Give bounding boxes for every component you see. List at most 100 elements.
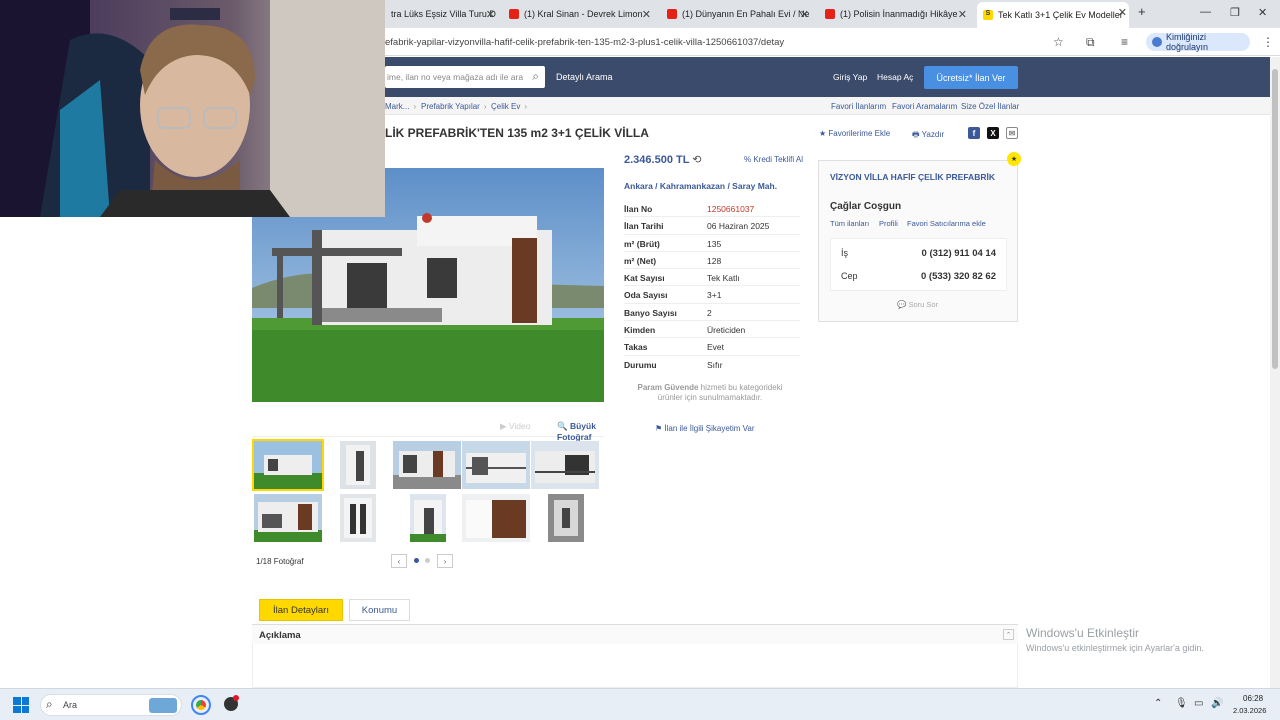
thumbnail[interactable] bbox=[462, 494, 530, 542]
details-table: İlan No 1250661037 İlan Tarihi 06 Haziran … bbox=[624, 200, 800, 373]
phone-number[interactable]: 0 (312) 911 04 14 bbox=[922, 248, 996, 259]
thumbnail[interactable] bbox=[410, 494, 446, 542]
browser-tab[interactable]: tra Lüks Eşsiz Villa Turu D ✕ bbox=[385, 4, 497, 24]
detail-row: Takas Evet bbox=[624, 338, 800, 356]
minimize-icon[interactable]: — bbox=[1200, 6, 1211, 18]
profile-link[interactable]: Profili bbox=[879, 219, 898, 228]
windows-start-icon[interactable] bbox=[13, 697, 29, 713]
scrollbar-thumb[interactable] bbox=[1272, 69, 1278, 369]
tab-listing-details[interactable]: İlan Detayları bbox=[259, 599, 343, 621]
advanced-search-link[interactable]: Detaylı Arama bbox=[556, 72, 613, 82]
location-breadcrumb[interactable]: Ankara / Kahramankazan / Saray Mah. bbox=[624, 181, 777, 191]
network-icon[interactable]: ▭ bbox=[1194, 698, 1203, 709]
tab-label: Tek Katlı 3+1 Çelik Ev Modeller bbox=[998, 10, 1123, 20]
clock-time[interactable]: 06:28 bbox=[1243, 694, 1263, 703]
scrollbar[interactable] bbox=[1270, 57, 1280, 688]
thumbnail[interactable] bbox=[340, 441, 376, 489]
thumbnail[interactable] bbox=[254, 494, 322, 542]
search-input[interactable]: ime, ilan no veya mağaza adı ile ara ⌕ bbox=[385, 66, 545, 88]
browser-tab[interactable]: (1) Polisin İnanmadığı Hikâye ✕ bbox=[819, 4, 969, 24]
seller-company-link[interactable]: VİZYON VİLLA HAFİF ÇELİK PREFABRİK bbox=[830, 172, 995, 182]
all-listings-link[interactable]: Tüm ilanları bbox=[830, 219, 869, 228]
special-listings-link[interactable]: Size Özel İlanlar bbox=[961, 102, 1019, 111]
breadcrumb-item[interactable]: Mark... › bbox=[385, 102, 416, 111]
phone-label: İş bbox=[841, 248, 849, 258]
phone-number[interactable]: 0 (533) 320 82 62 bbox=[921, 271, 996, 282]
chevron-up-icon[interactable]: ⌃ bbox=[1154, 698, 1162, 709]
phone-label: Cep bbox=[841, 271, 858, 281]
search-icon[interactable]: ⌕ bbox=[532, 69, 539, 84]
close-icon[interactable]: ✕ bbox=[642, 8, 651, 21]
extensions-icon[interactable]: ⧉ bbox=[1086, 35, 1095, 50]
thumbnail[interactable] bbox=[340, 494, 376, 542]
ask-question-button[interactable]: 💬 Soru Sor bbox=[897, 300, 938, 309]
x-twitter-icon[interactable]: X bbox=[987, 127, 999, 139]
browser-tab-active[interactable]: S Tek Katlı 3+1 Çelik Ev Modeller ✕ bbox=[977, 2, 1129, 28]
chrome-icon[interactable] bbox=[191, 695, 211, 715]
register-link[interactable]: Hesap Aç bbox=[877, 72, 913, 82]
browser-tab[interactable]: (1) Kral Sinan - Devrek Limon ✕ bbox=[503, 4, 653, 24]
favorite-listings-link[interactable]: Favori İlanlarım bbox=[831, 102, 886, 111]
thumbnail[interactable] bbox=[252, 439, 324, 491]
seller-name: Çağlar Coşgun bbox=[830, 201, 902, 212]
activation-watermark-subtitle: Windows'u etkinleştirmek için Ayarlar'a … bbox=[1026, 643, 1204, 653]
add-favorite-seller-link[interactable]: Favori Satıcılarıma ekle bbox=[907, 219, 986, 228]
detail-row: İlan Tarihi 06 Haziran 2025 bbox=[624, 217, 800, 235]
report-listing-link[interactable]: ⚑ İlan ile İlgili Şikayetim Var bbox=[655, 424, 755, 433]
search-highlight-icon bbox=[149, 698, 177, 713]
thumbnail[interactable] bbox=[548, 494, 584, 542]
detail-row: Durumu Sıfır bbox=[624, 359, 723, 370]
new-tab-button[interactable]: + bbox=[1138, 4, 1146, 19]
prev-page-button[interactable]: ‹ bbox=[391, 554, 407, 568]
favorite-searches-link[interactable]: Favori Aramalarım bbox=[892, 102, 957, 111]
video-button: ▶ Video bbox=[500, 421, 531, 431]
close-icon[interactable]: ✕ bbox=[800, 8, 809, 21]
sahibinden-icon: S bbox=[983, 10, 993, 20]
url-field[interactable]: efabrik-yapilar-vizyonvilla-hafif-celik-… bbox=[385, 37, 784, 48]
print-link[interactable]: 🖶 Yazdır bbox=[912, 129, 944, 143]
seller-card: VİZYON VİLLA HAFİF ÇELİK PREFABRİK Çağla… bbox=[818, 160, 1018, 322]
tab-location[interactable]: Konumu bbox=[349, 599, 410, 621]
page-dot-active[interactable] bbox=[414, 558, 419, 563]
detail-row: Oda Sayısı 3+1 bbox=[624, 286, 800, 304]
media-icon[interactable]: ≡ bbox=[1121, 35, 1128, 49]
page-dot[interactable] bbox=[425, 558, 430, 563]
photo-count: 1/18 Fotoğraf bbox=[256, 557, 304, 566]
collapse-icon[interactable]: ⌃ bbox=[1003, 629, 1014, 640]
thumbnail[interactable] bbox=[531, 441, 599, 489]
close-icon[interactable]: ✕ bbox=[486, 8, 495, 21]
close-window-icon[interactable]: ✕ bbox=[1258, 6, 1267, 19]
maximize-icon[interactable]: ❐ bbox=[1230, 6, 1240, 19]
search-placeholder: ime, ilan no veya mağaza adı ile ara bbox=[387, 72, 524, 82]
next-page-button[interactable]: › bbox=[437, 554, 453, 568]
login-link[interactable]: Giriş Yap bbox=[833, 72, 867, 82]
secure-payment-note: Param Güvende hizmeti bu kategorideki ür… bbox=[637, 383, 783, 402]
post-ad-button[interactable]: Ücretsiz* İlan Ver bbox=[924, 66, 1018, 89]
microphone-icon[interactable]: 🎙 bbox=[1175, 698, 1188, 709]
taskbar-search[interactable]: ⌕ Ara bbox=[40, 694, 182, 716]
mouse-cursor bbox=[0, 515, 6, 523]
clock-date[interactable]: 2.03.2026 bbox=[1233, 706, 1266, 715]
breadcrumb-item[interactable]: Çelik Ev › bbox=[491, 102, 527, 111]
star-icon[interactable]: ☆ bbox=[1053, 35, 1064, 49]
email-icon[interactable]: ✉ bbox=[1006, 127, 1018, 139]
history-icon: ⟲ bbox=[692, 154, 702, 166]
taskbar-search-label: Ara bbox=[63, 700, 78, 710]
close-icon[interactable]: ✕ bbox=[958, 8, 967, 21]
thumbnail[interactable] bbox=[393, 441, 461, 489]
big-photo-button[interactable]: 🔍 Büyük Fotoğraf bbox=[557, 421, 604, 442]
browser-tab[interactable]: (1) Dünyanın En Pahalı Evi / Ne ✕ bbox=[661, 4, 811, 24]
tab-label: (1) Dünyanın En Pahalı Evi / Ne bbox=[682, 9, 810, 19]
activation-watermark: Windows'u Etkinleştir bbox=[1026, 626, 1139, 640]
close-icon[interactable]: ✕ bbox=[1118, 6, 1127, 19]
menu-icon[interactable]: ⋮ bbox=[1262, 35, 1274, 49]
thumbnail[interactable] bbox=[462, 441, 530, 489]
add-favorite-link[interactable]: ★ Favorilerime Ekle bbox=[819, 129, 890, 138]
detail-row: İlan No 1250661037 bbox=[624, 200, 800, 218]
profile-button[interactable]: Kimliğinizi doğrulayın bbox=[1146, 32, 1250, 52]
breadcrumb-item[interactable]: Prefabrik Yapılar › bbox=[421, 102, 487, 111]
recording-indicator-icon bbox=[233, 695, 239, 701]
credit-offer-link[interactable]: % Kredi Teklifi Al bbox=[744, 155, 803, 164]
facebook-icon[interactable]: f bbox=[968, 127, 980, 139]
volume-icon[interactable]: 🔊 bbox=[1211, 698, 1223, 709]
